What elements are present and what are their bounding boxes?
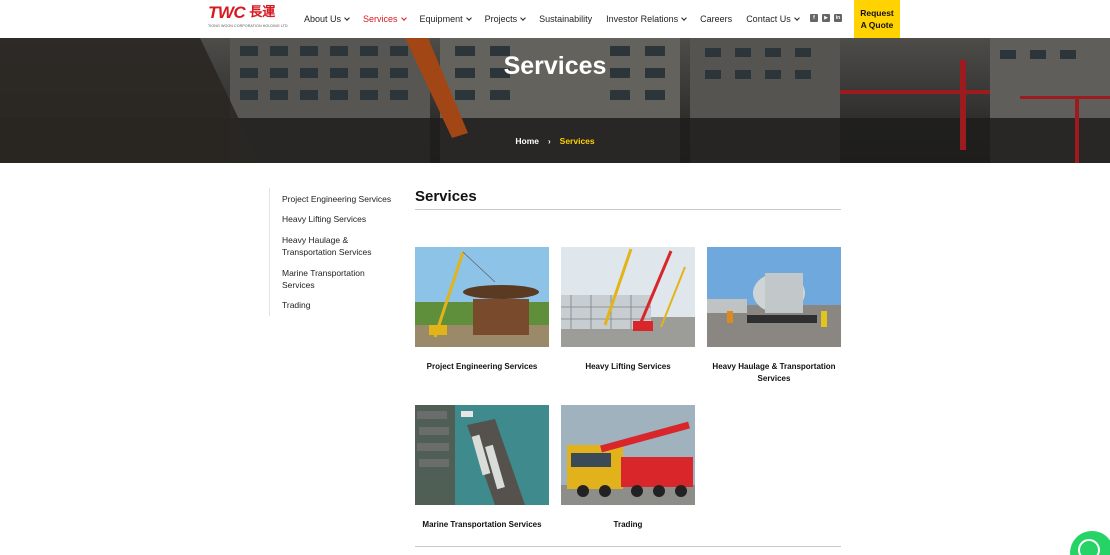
chevron-down-icon <box>400 14 407 21</box>
service-card-heavy-lifting[interactable]: Heavy Lifting Services <box>561 247 695 373</box>
nav-about-us[interactable]: About Us <box>304 14 350 24</box>
youtube-icon[interactable]: ▶ <box>822 14 830 22</box>
section-divider <box>415 209 841 210</box>
sidebar-item-heavy-lifting[interactable]: Heavy Lifting Services <box>282 213 400 225</box>
nav-careers[interactable]: Careers <box>700 14 732 24</box>
content-bottom-divider <box>415 546 841 547</box>
logo-chinese: 長運 <box>249 5 276 20</box>
nav-investor-relations[interactable]: Investor Relations <box>606 14 688 24</box>
nav-contact-us[interactable]: Contact Us <box>746 14 800 24</box>
chevron-down-icon <box>465 14 472 21</box>
linkedin-icon[interactable]: in <box>834 14 842 22</box>
chevron-down-icon <box>520 14 526 21</box>
service-card-trading[interactable]: Trading <box>561 405 695 531</box>
crane-lifting-tank-roof-photo <box>415 247 549 347</box>
service-card-project-engineering[interactable]: Project Engineering Services <box>415 247 549 373</box>
service-card-label: Project Engineering Services <box>426 362 538 371</box>
service-card-label: Trading <box>613 520 643 529</box>
mobile-crane-truck-photo <box>561 405 695 505</box>
company-logo[interactable]: TWC 長運 TIONG WOON CORPORATION HOLDING LT… <box>208 4 290 30</box>
service-card-label: Heavy Lifting Services <box>585 362 671 371</box>
service-card-label: Marine Transportation Services <box>422 520 542 529</box>
section-heading: Services <box>415 188 477 205</box>
barge-aerial-photo <box>415 405 549 505</box>
chevron-down-icon <box>793 14 800 21</box>
service-card-heavy-haulage[interactable]: Heavy Haulage & Transportation Services <box>707 247 841 385</box>
nav-sustainability[interactable]: Sustainability <box>539 14 592 24</box>
cranes-at-plant-structure-photo <box>561 247 695 347</box>
sidebar-item-project-engineering[interactable]: Project Engineering Services <box>282 193 400 205</box>
chevron-down-icon <box>344 14 350 21</box>
nav-services[interactable]: Services <box>363 14 407 24</box>
sidebar-item-heavy-haulage[interactable]: Heavy Haulage & Transportation Services <box>282 234 382 258</box>
hero-banner: Services Home › Services <box>0 38 1110 163</box>
services-sidebar: Project Engineering Services Heavy Lifti… <box>269 188 399 316</box>
logo-mark: TWC <box>208 3 246 22</box>
breadcrumb-home-link[interactable]: Home <box>515 136 539 146</box>
logo-subtitle: TIONG WOON CORPORATION HOLDING LTD <box>208 24 288 28</box>
breadcrumb-separator-icon: › <box>547 136 551 146</box>
request-quote-button[interactable]: Request A Quote <box>854 0 900 38</box>
vessel-on-transporter-photo <box>707 247 841 347</box>
chevron-down-icon <box>681 14 688 21</box>
nav-projects[interactable]: Projects <box>485 14 526 24</box>
service-card-label: Heavy Haulage & Transportation Services <box>712 362 836 383</box>
main-nav: About Us Services Equipment Projects Sus… <box>304 0 813 38</box>
whatsapp-icon[interactable] <box>1070 531 1110 555</box>
nav-equipment[interactable]: Equipment <box>420 14 472 24</box>
breadcrumb-current: Services <box>559 136 595 146</box>
site-header: TWC 長運 TIONG WOON CORPORATION HOLDING LT… <box>0 0 1110 38</box>
service-card-marine-transportation[interactable]: Marine Transportation Services <box>415 405 549 531</box>
social-links: f ▶ in <box>810 14 846 22</box>
page-title: Services <box>503 52 607 80</box>
sidebar-item-marine-transportation[interactable]: Marine Transportation Services <box>282 267 377 291</box>
breadcrumb: Home › Services <box>0 136 1110 146</box>
sidebar-item-trading[interactable]: Trading <box>282 299 400 311</box>
facebook-icon[interactable]: f <box>810 14 818 22</box>
